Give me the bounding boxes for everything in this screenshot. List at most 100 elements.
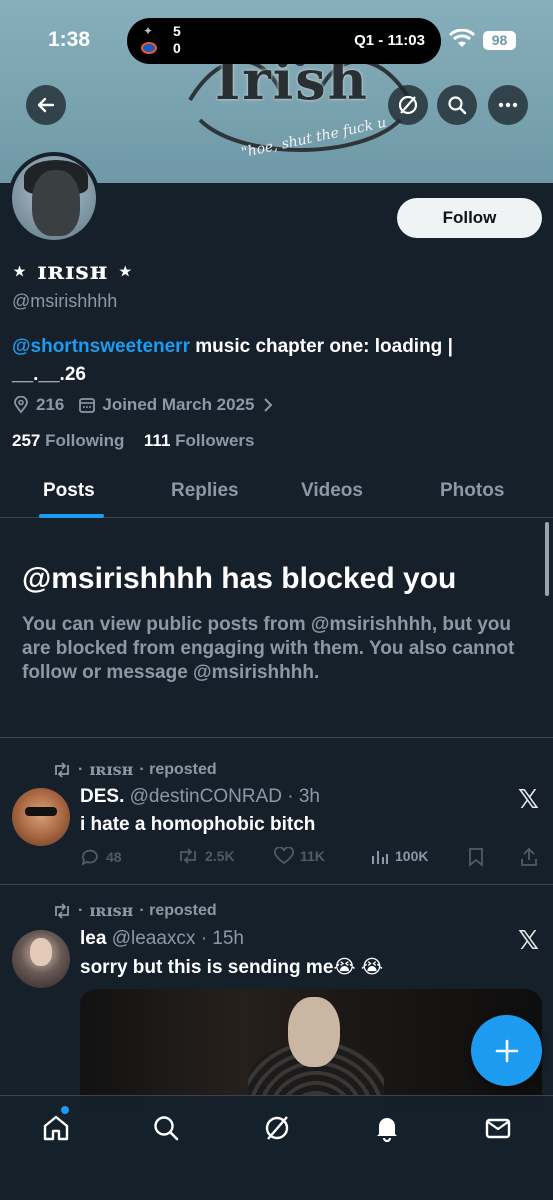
repost-label: · reposted [139, 901, 217, 919]
score-top: 5 [173, 23, 181, 39]
profile-meta: 216 Joined March 2025 [12, 395, 275, 415]
like-count: 11K [300, 848, 325, 864]
profile-joined-date[interactable]: Joined March 2025 [102, 395, 254, 415]
notification-dot [61, 1106, 69, 1114]
followers-count: 111 [143, 431, 171, 450]
avatar-sunglasses [25, 807, 57, 816]
grok-icon [265, 1116, 289, 1140]
back-button[interactable] [26, 85, 66, 125]
views-count: 100K [395, 848, 429, 864]
followers-label: Followers [175, 431, 255, 450]
post-avatar[interactable] [12, 788, 70, 846]
following-link[interactable]: 257 Following [12, 431, 124, 450]
search-button[interactable] [437, 85, 477, 125]
arrow-left-icon [37, 97, 55, 113]
search-icon [154, 1116, 179, 1141]
nav-home[interactable] [38, 1110, 74, 1146]
views-icon [372, 851, 388, 864]
bio-text: music chapter one: loading | [189, 336, 453, 357]
bio-mention-link[interactable]: @shortnsweetenerr [12, 336, 190, 357]
post-author-name[interactable]: lea [80, 928, 106, 949]
divider [0, 884, 553, 885]
follow-counts: 257 Following 111 Followers [12, 431, 255, 451]
repost-prefix: · [78, 760, 84, 778]
post-author-name[interactable]: DES. [80, 786, 124, 807]
chevron-right-icon[interactable] [261, 397, 275, 413]
repost-icon [180, 848, 196, 864]
more-icon [498, 102, 518, 108]
bookmark-icon [469, 848, 483, 867]
media-figure-head [288, 997, 340, 1067]
bottom-navigation [0, 1095, 553, 1200]
calendar-icon [79, 398, 96, 413]
repost-indicator[interactable]: · ɪʀɪsʜ · reposted [52, 760, 217, 779]
home-icon [43, 1115, 69, 1141]
repost-icon [55, 902, 69, 919]
post-actions: 48 2.5K 11K 100K [80, 847, 540, 869]
views-button[interactable]: 100K [371, 847, 428, 865]
following-label: Following [45, 431, 125, 450]
like-button[interactable]: 11K [274, 847, 325, 865]
blocked-title: @msirishhhh has blocked you [22, 562, 457, 595]
bell-icon [377, 1118, 397, 1142]
share-button[interactable] [520, 847, 538, 867]
team-logo-icon: ✦ [143, 24, 154, 38]
repost-icon [55, 761, 69, 778]
profile-location: 216 [36, 395, 65, 414]
post-text: i hate a homophobic bitch [80, 814, 316, 835]
scrollbar[interactable] [545, 522, 549, 596]
repost-button[interactable]: 2.5K [177, 847, 235, 865]
reply-icon [81, 849, 98, 866]
post-handle-time[interactable]: @destinCONRAD · 3h [130, 786, 320, 807]
compose-button[interactable] [471, 1015, 542, 1086]
nav-search[interactable] [148, 1110, 184, 1146]
tab-videos[interactable]: Videos [301, 480, 363, 502]
location-pin-icon [14, 396, 28, 414]
nav-grok[interactable] [259, 1110, 295, 1146]
repost-indicator[interactable]: · ɪʀɪsʜ · reposted [52, 901, 217, 920]
profile-handle: @msirishhhh [12, 291, 118, 311]
search-icon [448, 96, 467, 115]
x-logo-icon: 𝕏 [518, 784, 539, 814]
game-clock: Q1 - 11:03 [354, 32, 425, 49]
bookmark-button[interactable] [468, 847, 484, 867]
post-text: sorry but this is sending me😭 😭 [80, 957, 384, 978]
grok-button[interactable] [388, 85, 428, 125]
reply-count: 48 [106, 849, 122, 865]
wifi-icon [449, 29, 475, 47]
x-logo-icon: 𝕏 [518, 925, 539, 955]
tab-posts[interactable]: Posts [43, 480, 95, 502]
tab-replies[interactable]: Replies [171, 480, 239, 502]
bio-text-line2: __.__.26 [12, 364, 86, 385]
nav-messages[interactable] [480, 1110, 516, 1146]
live-activity-scoreboard[interactable]: ✦ 5 0 Q1 - 11:03 [127, 18, 441, 64]
nav-notifications[interactable] [369, 1110, 405, 1146]
repost-count: 2.5K [205, 848, 235, 864]
followers-link[interactable]: 111 Followers [144, 431, 255, 450]
status-time: 1:38 [48, 28, 91, 51]
post-avatar[interactable] [12, 930, 70, 988]
avatar-face [30, 938, 52, 966]
post-header: DES. @destinCONRAD · 3h [80, 786, 320, 808]
more-button[interactable] [488, 85, 528, 125]
avatar-face [32, 170, 80, 236]
divider [0, 737, 553, 738]
reply-button[interactable]: 48 [80, 847, 122, 867]
tab-photos[interactable]: Photos [440, 480, 504, 502]
profile-bio: @shortnsweetenerr music chapter one: loa… [12, 333, 532, 389]
team-logo-icon [141, 42, 157, 54]
post-header: lea @leaaxcx · 15h [80, 928, 244, 950]
grok-icon [398, 95, 418, 115]
follow-button[interactable]: Follow [397, 198, 542, 238]
following-count: 257 [12, 431, 41, 450]
post-handle-time[interactable]: @leaaxcx · 15h [112, 928, 244, 949]
display-name: ⋆ ɪʀɪsʜ ⋆ [12, 256, 134, 285]
plus-icon [495, 1039, 518, 1062]
heart-icon [274, 847, 294, 865]
profile-avatar[interactable] [8, 152, 100, 244]
active-tab-indicator [39, 514, 104, 518]
scoreboard-scores: 5 0 [173, 23, 181, 57]
battery-indicator: 98 [483, 31, 516, 50]
repost-label: · reposted [139, 760, 217, 778]
profile-tabs: Posts Replies Videos Photos [0, 470, 553, 518]
